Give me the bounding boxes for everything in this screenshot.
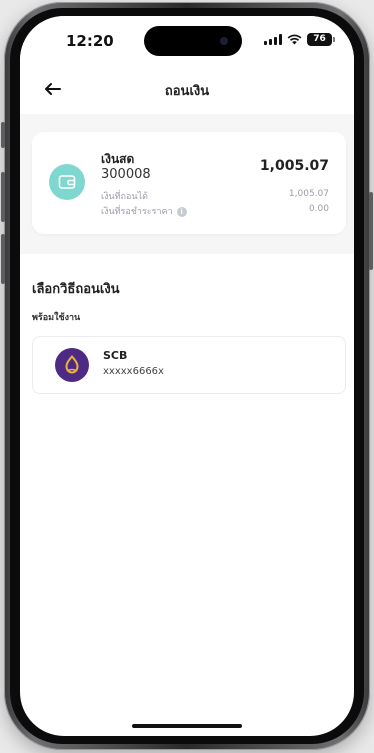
- power-button: [369, 192, 373, 270]
- home-indicator: [132, 724, 242, 728]
- bank-account-number: xxxxx6666x: [103, 366, 164, 377]
- balance-card: เงินสด 300008 1,005.07 เงินที่ถอนได้ 1,0…: [32, 132, 346, 234]
- withdrawable-label: เงินที่ถอนได้: [101, 192, 148, 202]
- bank-name: SCB: [103, 349, 128, 362]
- volume-up-button: [1, 172, 5, 222]
- nav-bar: ถอนเงิน: [20, 66, 354, 114]
- pending-row: เงินที่รอชำระราคา i: [101, 204, 187, 218]
- wifi-icon: [287, 34, 302, 45]
- available-group-label: พร้อมใช้งาน: [32, 313, 81, 323]
- wallet-icon: [49, 164, 85, 200]
- bank-method-scb[interactable]: SCB xxxxx6666x: [32, 336, 346, 394]
- withdrawable-value: 1,005.07: [288, 189, 329, 199]
- total-balance: 1,005.07: [259, 158, 329, 174]
- action-button: [1, 122, 5, 148]
- phone-frame: 12:20 76 ถอนเงิน เงินสด 300008 1,005.07 …: [1, 2, 373, 750]
- front-camera: [220, 37, 228, 45]
- status-time: 12:20: [66, 32, 114, 50]
- account-number: 300008: [101, 167, 151, 182]
- screen: 12:20 76 ถอนเงิน เงินสด 300008 1,005.07 …: [20, 16, 354, 736]
- status-bar: 12:20 76: [20, 16, 354, 66]
- page-title: ถอนเงิน: [164, 84, 210, 99]
- dynamic-island: [144, 26, 242, 56]
- withdraw-method-title: เลือกวิธีถอนเงิน: [32, 282, 120, 297]
- balance-section: เงินสด 300008 1,005.07 เงินที่ถอนได้ 1,0…: [20, 114, 354, 254]
- pending-label: เงินที่รอชำระราคา: [101, 207, 173, 217]
- cellular-signal-icon: [264, 34, 282, 45]
- pending-value: 0.00: [308, 204, 329, 214]
- volume-down-button: [1, 234, 5, 284]
- info-icon[interactable]: i: [176, 206, 187, 217]
- battery-icon: 76: [307, 33, 335, 46]
- scb-logo-icon: [55, 348, 89, 382]
- status-icons: 76: [264, 33, 335, 46]
